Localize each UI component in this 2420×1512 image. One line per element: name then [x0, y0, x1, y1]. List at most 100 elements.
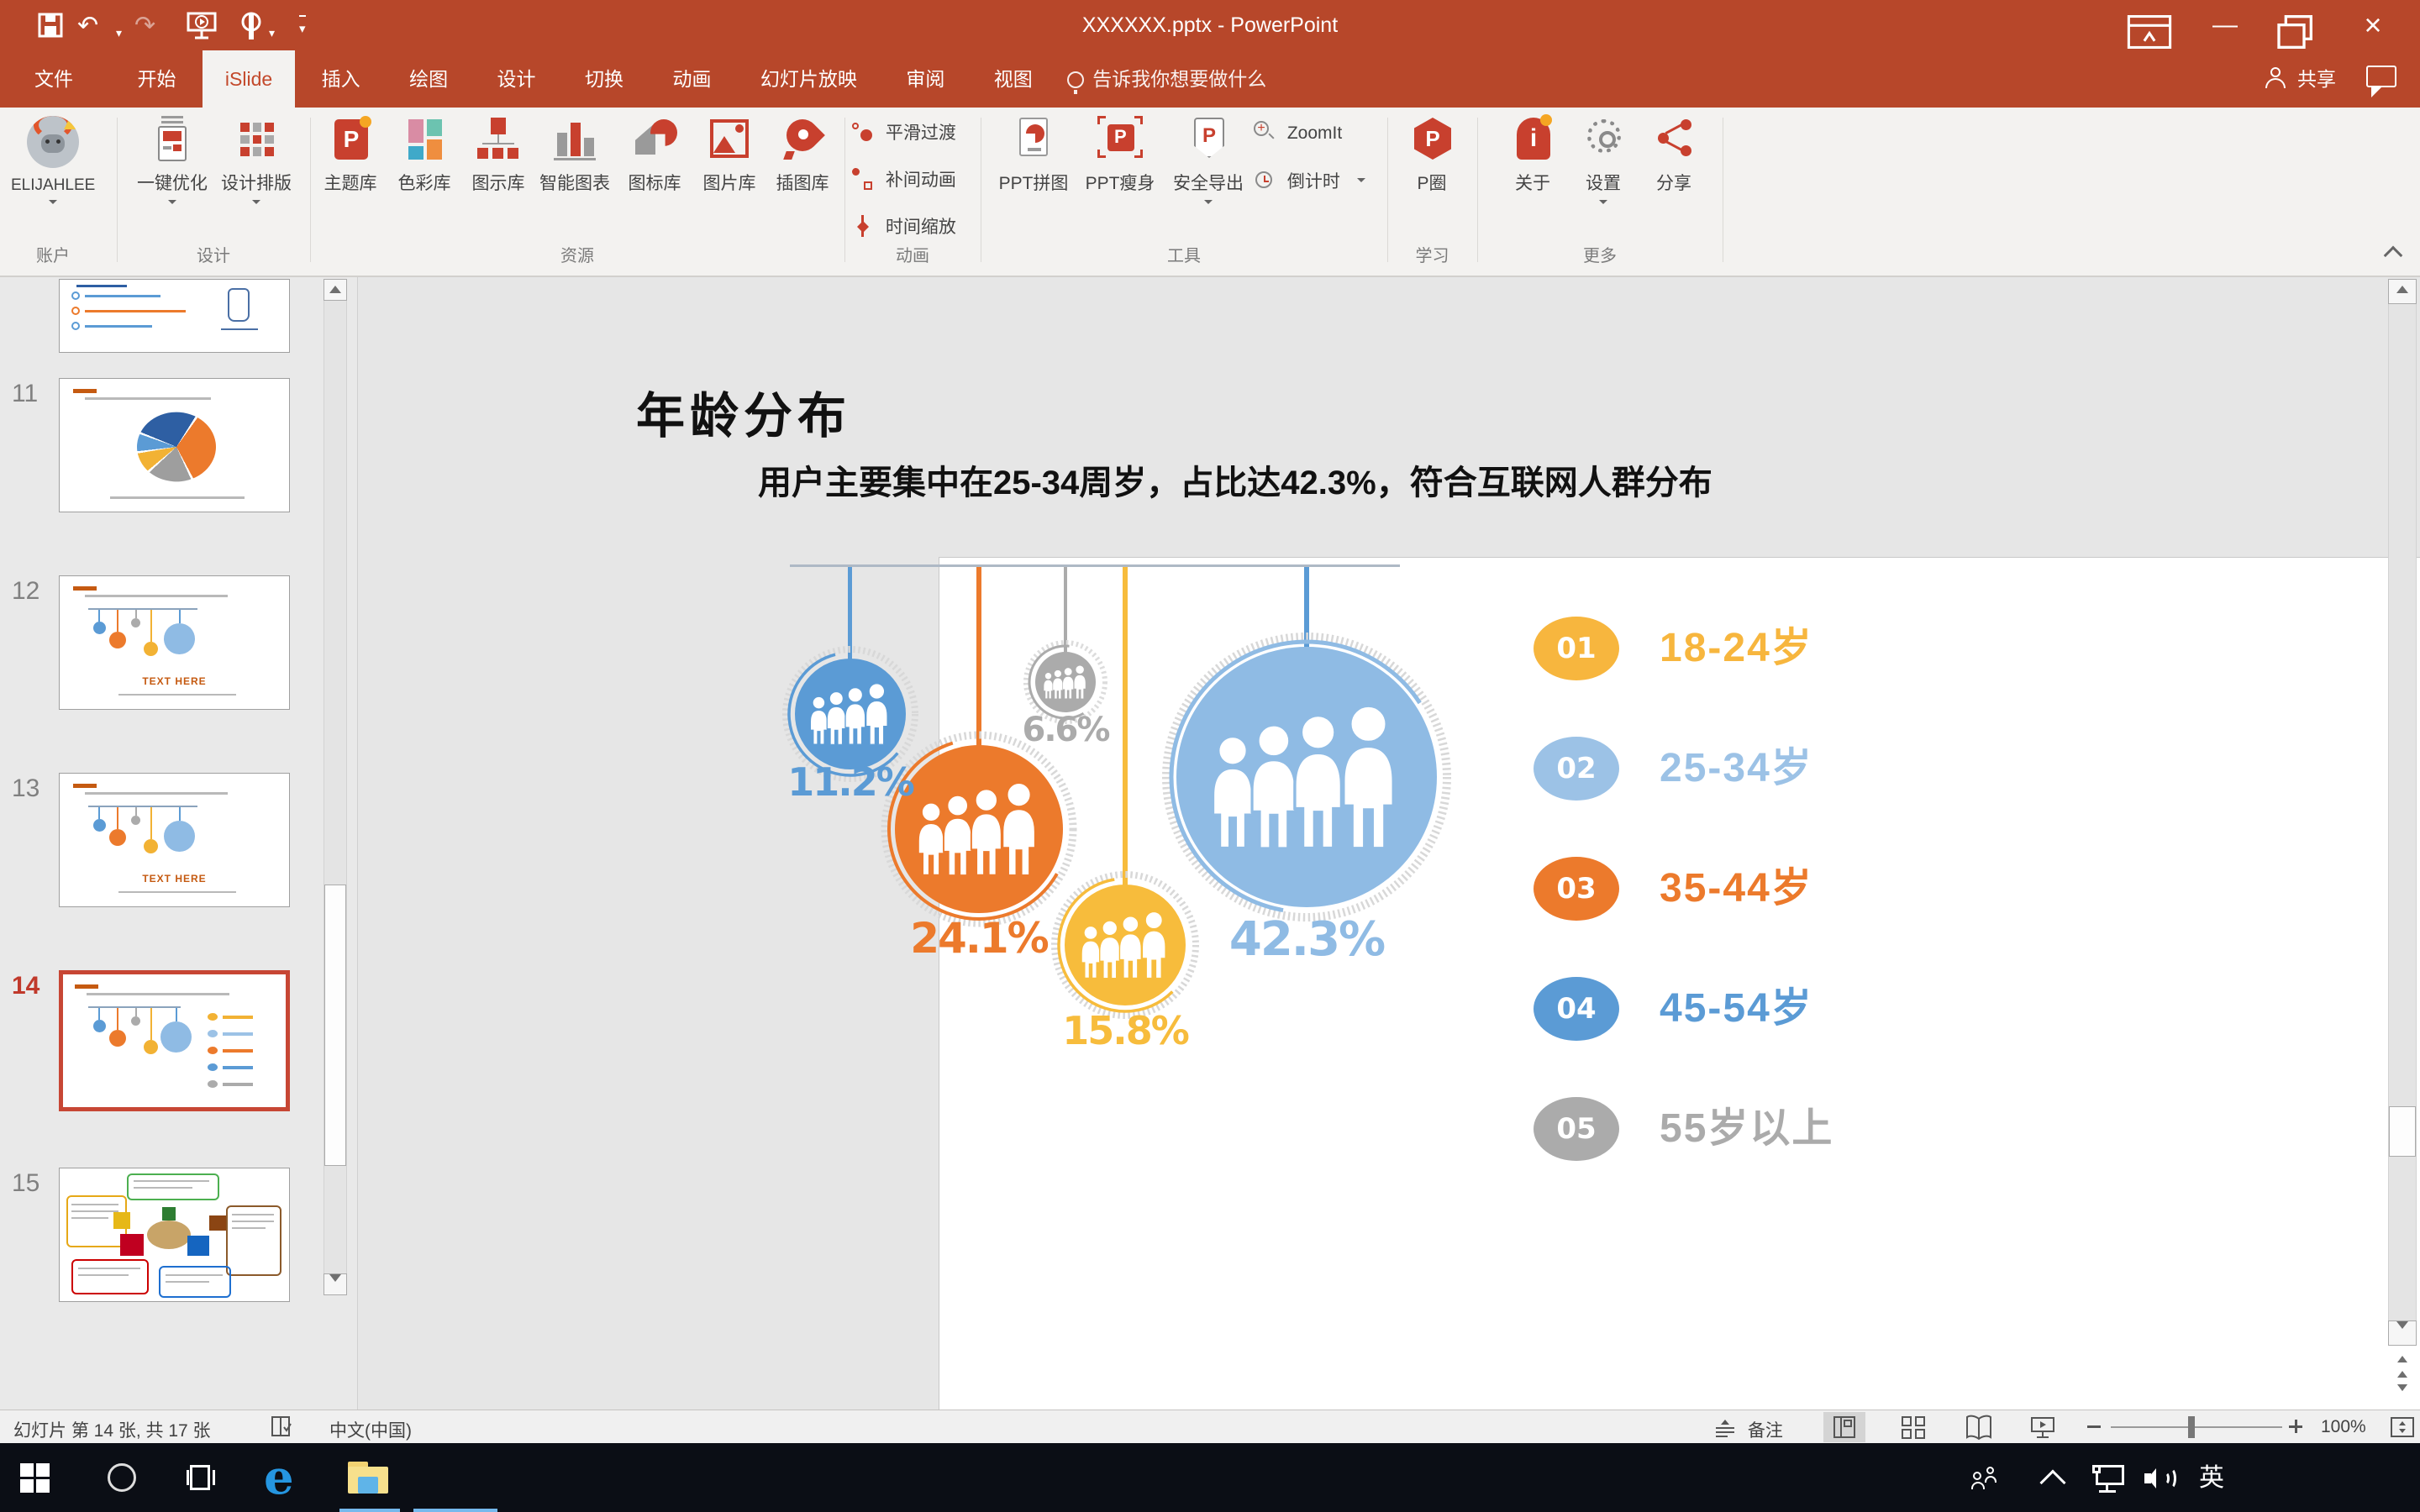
tab-file[interactable]: 文件: [12, 50, 96, 108]
canvas-scroll-down-icon[interactable]: [2388, 1320, 2417, 1346]
thumbnail-scroll-up-icon[interactable]: [324, 279, 347, 301]
thumbnail-scrollbar-thumb[interactable]: [324, 885, 346, 1166]
p-circle-icon: P: [1409, 116, 1455, 161]
color-library-button[interactable]: 色彩库: [382, 116, 466, 195]
normal-view-button[interactable]: [1823, 1412, 1865, 1442]
network-icon[interactable]: [2092, 1465, 2126, 1494]
slideshow-view-button[interactable]: [2022, 1412, 2064, 1442]
tab-home[interactable]: 开始: [114, 50, 198, 108]
pct-label-18-24: 15.8%: [1041, 1008, 1209, 1053]
comments-icon[interactable]: [2366, 66, 2396, 87]
people-tray-icon[interactable]: [1971, 1467, 2002, 1492]
slide-title[interactable]: 年龄分布: [636, 376, 851, 447]
thumb-caption: TEXT HERE: [60, 873, 289, 885]
slide-counter[interactable]: 幻灯片 第 14 张, 共 17 张: [13, 1417, 211, 1442]
account-button[interactable]: ELIJAHLEE: [11, 116, 95, 208]
legend-item-2[interactable]: 02 25-34岁: [1534, 735, 2054, 802]
ribbon-islide: ELIJAHLEE 账户 一键优化 设计排版 设计 P 主题库 色彩库: [0, 108, 2420, 277]
minimize-button[interactable]: —: [2198, 8, 2252, 42]
file-explorer-icon[interactable]: [348, 1462, 390, 1495]
slide-sorter-view-button[interactable]: [1892, 1412, 1934, 1442]
spellcheck-icon[interactable]: [269, 1415, 294, 1439]
thumbnail-number: 15: [12, 1169, 39, 1198]
legend-item-1[interactable]: 01 18-24岁: [1534, 615, 2054, 682]
previous-slide-button[interactable]: [2388, 1351, 2417, 1376]
tab-transitions[interactable]: 切换: [562, 50, 646, 108]
ribbon-display-options-icon[interactable]: [2123, 15, 2176, 49]
secure-export-icon: P: [1186, 116, 1231, 161]
tab-review[interactable]: 审阅: [883, 50, 967, 108]
tell-me-box[interactable]: 告诉我你想要做什么: [1067, 50, 1266, 108]
tab-islide[interactable]: iSlide: [203, 50, 295, 108]
ppt-slim-button[interactable]: P PPT瘦身: [1078, 116, 1162, 195]
one-click-optimize-button[interactable]: 一键优化: [130, 116, 214, 208]
tab-animations[interactable]: 动画: [650, 50, 734, 108]
thumbnail-scroll-down-icon[interactable]: [324, 1273, 347, 1295]
close-button[interactable]: ×: [2346, 8, 2400, 42]
icon-library-button[interactable]: 图标库: [613, 116, 697, 195]
time-scale-button[interactable]: 时间缩放: [852, 213, 956, 242]
window-title: XXXXXX.pptx - PowerPoint: [0, 13, 2420, 38]
status-bar: 幻灯片 第 14 张, 共 17 张 中文(中国) 备注 100%: [0, 1410, 2420, 1443]
collapse-ribbon-icon[interactable]: [2384, 246, 2403, 265]
legend-item-5[interactable]: 05 55岁以上: [1534, 1095, 2054, 1163]
slide-thumbnail-15[interactable]: [59, 1168, 290, 1302]
volume-icon[interactable]: [2144, 1465, 2178, 1494]
canvas-scrollbar[interactable]: [2388, 279, 2417, 1346]
task-view-icon[interactable]: [187, 1465, 215, 1492]
zoom-in-button[interactable]: [2289, 1420, 2302, 1433]
smooth-transition-button[interactable]: 平滑过渡: [852, 119, 956, 148]
tween-animation-button[interactable]: 补间动画: [852, 166, 956, 195]
tab-draw[interactable]: 绘图: [387, 50, 471, 108]
color-library-icon: [402, 116, 447, 161]
input-method-indicator[interactable]: 英: [2195, 1463, 2228, 1512]
notes-button[interactable]: 备注: [1714, 1417, 1783, 1442]
picture-library-button[interactable]: 图片库: [687, 116, 771, 195]
secure-export-button[interactable]: P 安全导出: [1166, 116, 1250, 208]
group-label-animation: 动画: [844, 242, 981, 266]
zoom-slider-thumb[interactable]: [2188, 1416, 2195, 1438]
theme-library-button[interactable]: P 主题库: [308, 116, 392, 195]
share-button-ribbon[interactable]: 分享: [1632, 116, 1716, 195]
zoom-slider-track[interactable]: [2111, 1426, 2282, 1428]
canvas-scroll-up-icon[interactable]: [2388, 279, 2417, 304]
canvas-scrollbar-thumb[interactable]: [2389, 1106, 2416, 1157]
zoom-out-button[interactable]: [2087, 1425, 2101, 1428]
edge-icon[interactable]: e: [264, 1457, 308, 1500]
tab-view[interactable]: 视图: [971, 50, 1055, 108]
fit-slide-to-window-icon[interactable]: [2390, 1415, 2415, 1440]
tab-insert[interactable]: 插入: [299, 50, 383, 108]
legend-item-3[interactable]: 03 35-44岁: [1534, 855, 2054, 922]
tray-chevron-up-icon[interactable]: [2039, 1469, 2065, 1495]
tab-slideshow[interactable]: 幻灯片放映: [738, 50, 880, 108]
tab-design[interactable]: 设计: [475, 50, 559, 108]
ribbon-tabs: 文件 开始 iSlide 插入 绘图 设计 切换 动画 幻灯片放映 审阅 视图 …: [0, 50, 2420, 108]
smart-chart-button[interactable]: 智能图表: [533, 116, 617, 195]
slide-subtitle[interactable]: 用户主要集中在25-34周岁，占比达42.3%，符合互联网人群分布: [758, 455, 1712, 504]
start-button[interactable]: [20, 1463, 50, 1494]
zoomit-button[interactable]: + ZoomIt: [1254, 119, 1342, 148]
zoom-percentage[interactable]: 100%: [2321, 1417, 2366, 1437]
thumbnail-number: 13: [12, 774, 39, 803]
slide-thumbnail-10-partial[interactable]: [59, 279, 290, 353]
diagram-library-button[interactable]: 图示库: [456, 116, 540, 195]
illustration-library-button[interactable]: 插图库: [760, 116, 844, 195]
legend-item-4[interactable]: 04 45-54岁: [1534, 975, 2054, 1042]
slide-thumbnail-14-selected[interactable]: [59, 970, 290, 1111]
cortana-icon[interactable]: [108, 1463, 136, 1492]
ppt-puzzle-button[interactable]: PPT拼图: [992, 116, 1076, 195]
next-slide-button[interactable]: [2388, 1378, 2417, 1403]
language-indicator[interactable]: 中文(中国): [329, 1417, 412, 1442]
reading-view-button[interactable]: [1958, 1412, 2000, 1442]
group-label-account: 账户: [11, 242, 95, 266]
bubble-25-34[interactable]: [1161, 632, 1452, 922]
p-circle-button[interactable]: P P圈: [1390, 116, 1474, 195]
slide-thumbnail-12[interactable]: TEXT HERE: [59, 575, 290, 710]
share-button[interactable]: 共享: [2265, 50, 2336, 108]
restore-button[interactable]: [2269, 15, 2323, 49]
diagram-library-icon: [476, 116, 521, 161]
countdown-button[interactable]: 倒计时: [1254, 168, 1365, 197]
slide-thumbnail-11[interactable]: [59, 378, 290, 512]
design-layout-button[interactable]: 设计排版: [214, 116, 298, 208]
slide-thumbnail-13[interactable]: TEXT HERE: [59, 773, 290, 907]
